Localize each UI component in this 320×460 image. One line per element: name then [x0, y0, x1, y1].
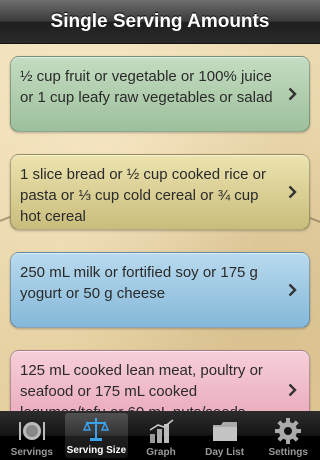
plate-icon — [18, 422, 45, 440]
chevron-right-icon — [288, 87, 297, 101]
serving-card-milk[interactable]: 250 mL milk or fortified soy or 175 g yo… — [10, 252, 310, 328]
serving-card-text: 1 slice bread or ½ cup cooked rice or pa… — [20, 166, 266, 225]
tab-serving-size[interactable]: Serving Size — [64, 413, 129, 458]
chevron-right-icon — [288, 283, 297, 297]
tab-label: Servings — [10, 447, 53, 458]
graph-icon — [149, 419, 174, 443]
gear-icon — [275, 418, 302, 444]
tab-label: Day List — [205, 447, 245, 458]
tab-label: Settings — [268, 447, 308, 458]
tab-label: Serving Size — [66, 445, 127, 456]
chevron-right-icon — [288, 383, 297, 397]
tab-graph[interactable]: Graph — [129, 411, 193, 460]
serving-card-text: 125 mL cooked lean meat, poultry or seaf… — [20, 362, 263, 411]
scale-icon — [83, 418, 110, 441]
serving-card-meat-alternatives[interactable]: 125 mL cooked lean meat, poultry or seaf… — [10, 350, 310, 411]
folder-icon — [212, 422, 237, 441]
page-title: Single Serving Amounts — [50, 10, 270, 32]
tab-settings[interactable]: Settings — [256, 411, 320, 460]
serving-card-text: 250 mL milk or fortified soy or 175 g yo… — [20, 264, 258, 302]
chevron-right-icon — [288, 185, 297, 199]
serving-card-fruits-vegetables[interactable]: ½ cup fruit or vegetable or 100% juice o… — [10, 56, 310, 132]
tab-bar: Servings Serving Size Graph Day List Set… — [0, 411, 320, 460]
navigation-bar: Single Serving Amounts — [0, 0, 320, 44]
serving-card-grains[interactable]: 1 slice bread or ½ cup cooked rice or pa… — [10, 154, 310, 230]
tab-day-list[interactable]: Day List — [193, 411, 257, 460]
tab-label: Graph — [146, 447, 176, 458]
serving-card-text: ½ cup fruit or vegetable or 100% juice o… — [20, 68, 273, 106]
serving-list[interactable]: ½ cup fruit or vegetable or 100% juice o… — [0, 44, 320, 411]
tab-servings[interactable]: Servings — [0, 411, 64, 460]
